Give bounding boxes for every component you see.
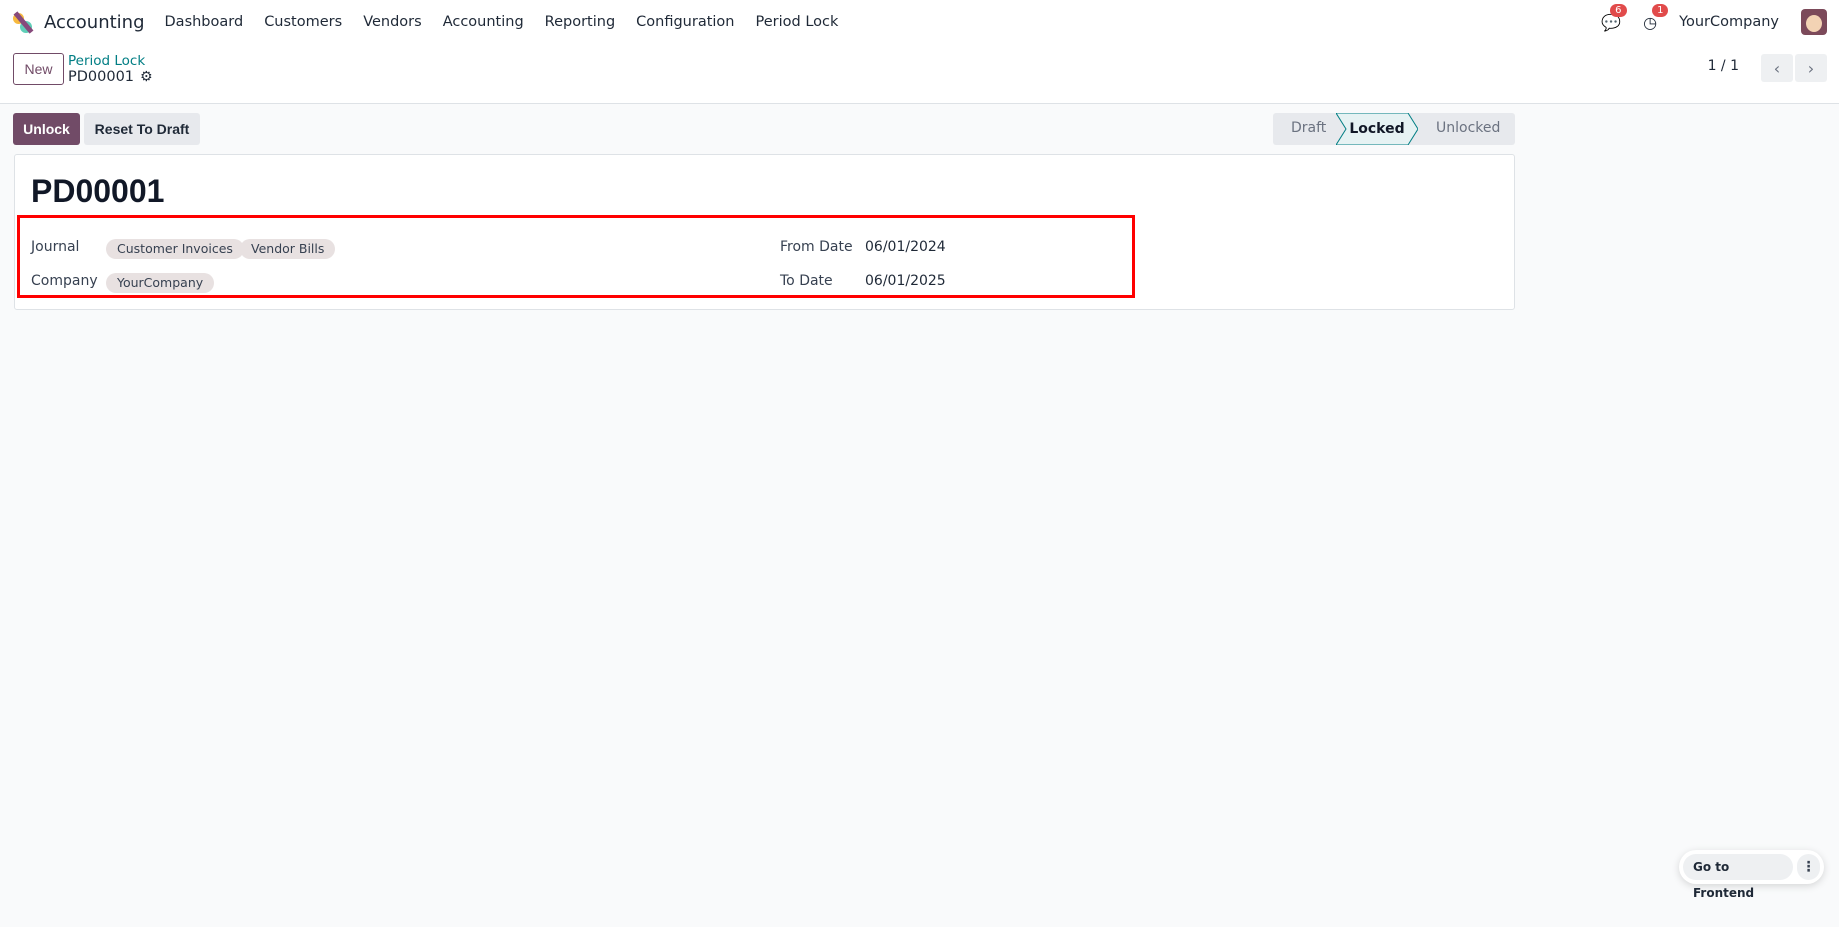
user-avatar[interactable] xyxy=(1801,9,1827,35)
gear-icon[interactable]: ⚙ xyxy=(140,69,153,85)
from-date-label: From Date xyxy=(780,239,853,255)
frontend-widget: Go to Frontend ⋮ xyxy=(1679,850,1824,900)
record-title: PD00001 xyxy=(31,173,165,209)
form-sheet: PD00001 Journal Customer Invoices Vendor… xyxy=(14,154,1515,310)
breadcrumb-parent[interactable]: Period Lock xyxy=(68,53,145,69)
activities-icon[interactable]: ◷ 1 xyxy=(1643,3,1669,32)
from-date-field[interactable]: 06/01/2024 xyxy=(865,239,946,255)
stage-unlocked[interactable]: Unlocked xyxy=(1436,120,1500,136)
company-switcher[interactable]: YourCompany xyxy=(1679,14,1779,30)
messages-badge: 6 xyxy=(1610,3,1627,17)
stage-draft[interactable]: Draft xyxy=(1291,120,1326,136)
menu-customers[interactable]: Customers xyxy=(264,14,342,30)
app-logo-icon[interactable] xyxy=(12,11,34,34)
more-options-icon[interactable]: ⋮ xyxy=(1796,854,1820,880)
messages-icon[interactable]: 💬 6 xyxy=(1601,3,1627,32)
menu-dashboard[interactable]: Dashboard xyxy=(165,14,244,30)
unlock-button[interactable]: Unlock xyxy=(13,113,80,145)
company-tag[interactable]: YourCompany xyxy=(106,273,215,293)
to-date-field[interactable]: 06/01/2025 xyxy=(865,273,946,289)
control-panel: New Period Lock PD00001 ⚙ 1 / 1 ‹ › xyxy=(0,44,1839,104)
breadcrumb-current-label: PD00001 xyxy=(68,69,135,85)
journal-label: Journal xyxy=(31,239,80,255)
journal-tag[interactable]: Vendor Bills xyxy=(240,239,336,259)
go-to-frontend-button[interactable]: Go to Frontend xyxy=(1683,854,1793,900)
stage-locked-border xyxy=(1336,113,1418,145)
reset-to-draft-button[interactable]: Reset To Draft xyxy=(84,113,200,145)
menu-configuration[interactable]: Configuration xyxy=(636,14,734,30)
pager-previous-button[interactable]: ‹ xyxy=(1761,54,1793,82)
menu-reporting[interactable]: Reporting xyxy=(545,14,616,30)
menu-period-lock[interactable]: Period Lock xyxy=(756,14,839,30)
status-bar: Draft Locked Unlocked xyxy=(1273,113,1515,145)
to-date-label: To Date xyxy=(780,273,833,289)
menu-accounting[interactable]: Accounting xyxy=(443,14,524,30)
pager-next-button[interactable]: › xyxy=(1795,54,1827,82)
journal-tag[interactable]: Customer Invoices xyxy=(106,239,244,259)
company-label: Company xyxy=(31,273,98,289)
top-navbar: Accounting Dashboard Customers Vendors A… xyxy=(0,0,1839,44)
new-button[interactable]: New xyxy=(13,53,64,85)
breadcrumb-current: PD00001 ⚙ xyxy=(68,69,153,85)
activities-badge: 1 xyxy=(1652,3,1669,17)
app-name[interactable]: Accounting xyxy=(44,12,145,33)
pager-value[interactable]: 1 / 1 xyxy=(1708,58,1739,74)
menu-vendors[interactable]: Vendors xyxy=(363,14,422,30)
